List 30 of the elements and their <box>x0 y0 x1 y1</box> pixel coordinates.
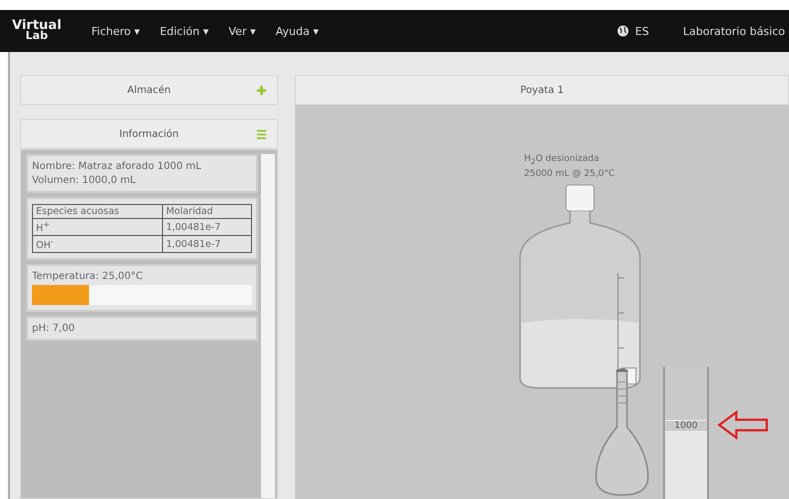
plus-icon[interactable] <box>256 84 267 96</box>
column-header: Molaridad <box>162 204 252 218</box>
ph-text: pH: 7,00 <box>32 323 76 334</box>
table-cell: 1,00481e-7 <box>162 236 252 253</box>
table-cell: H$^{+}$ <box>32 218 163 236</box>
arrow-icon <box>717 409 769 441</box>
logo[interactable]: Virtual Lab <box>12 21 62 41</box>
panel-title: Almacén <box>127 84 171 96</box>
menu-icon[interactable] <box>256 128 267 140</box>
volume-text: Volumen: 1000,0 mL <box>32 175 137 186</box>
panel-title: Información <box>119 128 179 140</box>
lab-button[interactable]: Laboratorio básico <box>675 24 789 38</box>
temperature-text: Temperatura: 25,00°C <box>32 271 144 282</box>
globe-icon[interactable] <box>617 25 630 37</box>
scrollbar[interactable] <box>261 154 275 498</box>
menu-item[interactable]: Fichero ▾ <box>83 24 148 38</box>
bottle-volume: 25000 mL @ 25,0°C <box>524 168 615 180</box>
logo-text: Virtual <box>12 21 62 31</box>
table-cell: OH$^{-}$ <box>32 236 163 253</box>
bottle-label: H$_{2}$O desionizada <box>524 153 600 168</box>
name-text: Nombre: Matraz aforado 1000 mL <box>32 161 202 172</box>
menu-item[interactable]: Ver ▾ <box>220 24 264 38</box>
table-cell: 1,00481e-7 <box>162 218 252 236</box>
logo-text: Lab <box>26 31 48 41</box>
liquid-level <box>665 432 707 499</box>
menu-item[interactable]: Ayuda ▾ <box>268 24 327 38</box>
menu-item[interactable]: Edición ▾ <box>152 24 217 38</box>
column-header: Especies acuosas <box>32 204 163 218</box>
language-button[interactable]: ES <box>633 24 658 38</box>
panel-title: Poyata 1 <box>520 84 564 96</box>
